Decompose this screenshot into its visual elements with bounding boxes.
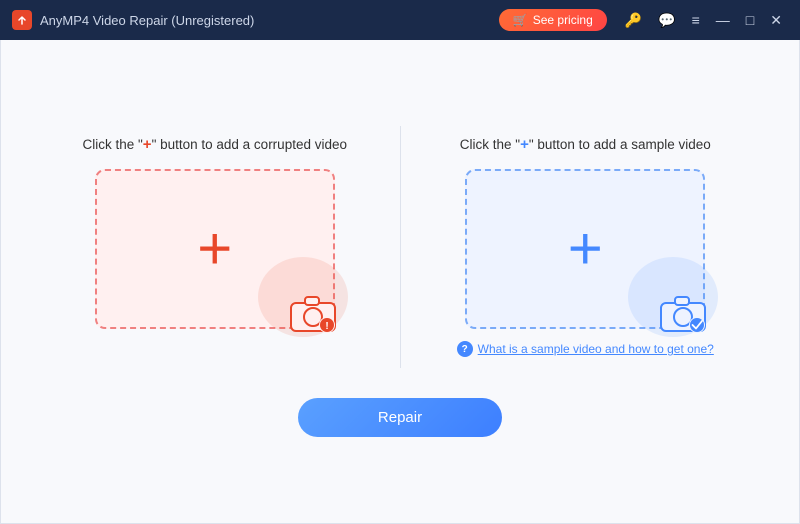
key-icon-button[interactable]: 🔑 <box>619 8 648 33</box>
help-link[interactable]: What is a sample video and how to get on… <box>478 341 714 358</box>
maximize-button[interactable]: □ <box>740 8 760 32</box>
corrupted-plus-symbol: + <box>143 136 152 153</box>
corrupted-drop-zone[interactable]: + ! <box>95 169 335 329</box>
panels-container: Click the "+" button to add a corrupted … <box>40 126 760 368</box>
corrupted-camera-badge: ! <box>289 291 341 335</box>
close-button[interactable]: ✕ <box>764 8 788 33</box>
titlebar-right: 🛒 See pricing 🔑 💬 ≡ — □ ✕ <box>499 8 788 33</box>
sample-plus-icon: + <box>568 219 603 279</box>
pricing-label: See pricing <box>533 13 593 27</box>
see-pricing-button[interactable]: 🛒 See pricing <box>499 9 607 31</box>
help-icon: ? <box>457 341 473 357</box>
sample-video-panel: Click the "+" button to add a sample vid… <box>411 126 761 368</box>
panel-divider <box>400 126 401 368</box>
sample-panel-label: Click the "+" button to add a sample vid… <box>460 136 711 153</box>
titlebar: AnyMP4 Video Repair (Unregistered) 🛒 See… <box>0 0 800 40</box>
app-icon <box>12 10 32 30</box>
sample-plus-symbol: + <box>520 136 529 153</box>
sample-camera-badge <box>659 291 711 335</box>
sample-drop-zone[interactable]: + <box>465 169 705 329</box>
menu-icon-button[interactable]: ≡ <box>686 8 706 32</box>
cart-icon: 🛒 <box>513 13 528 27</box>
corrupted-panel-label: Click the "+" button to add a corrupted … <box>82 136 347 153</box>
chat-icon-button[interactable]: 💬 <box>652 8 681 33</box>
repair-button[interactable]: Repair <box>298 398 502 437</box>
svg-text:!: ! <box>325 321 328 332</box>
minimize-button[interactable]: — <box>710 8 736 32</box>
app-title: AnyMP4 Video Repair (Unregistered) <box>40 13 254 28</box>
help-link-container: ? What is a sample video and how to get … <box>457 341 714 358</box>
titlebar-left: AnyMP4 Video Repair (Unregistered) <box>12 10 254 30</box>
main-content: Click the "+" button to add a corrupted … <box>0 40 800 524</box>
corrupted-video-panel: Click the "+" button to add a corrupted … <box>40 126 390 339</box>
corrupted-plus-icon: + <box>197 219 232 279</box>
